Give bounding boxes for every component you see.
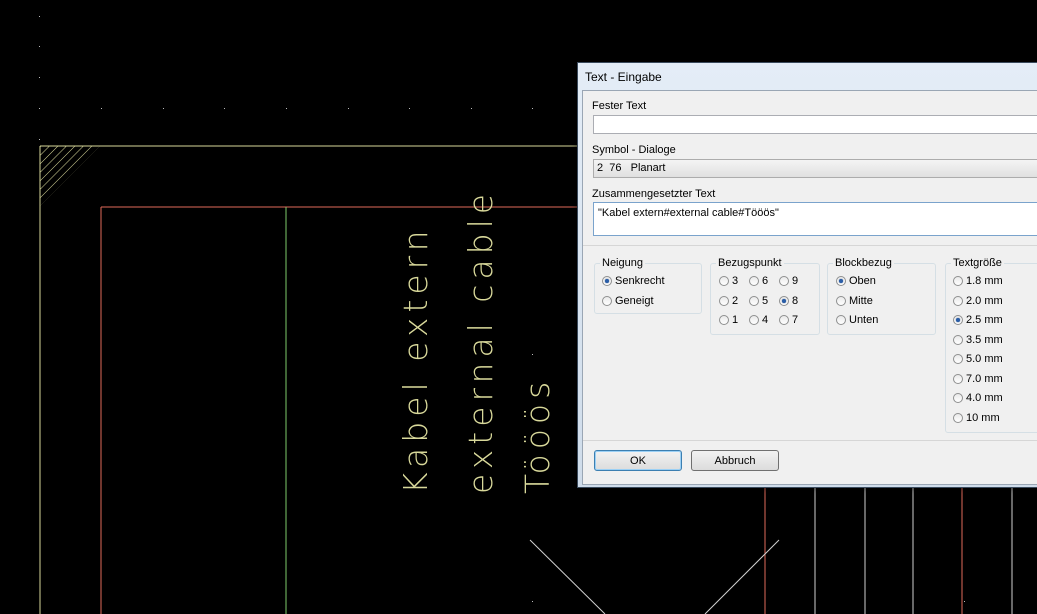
symbol-dialoge-select[interactable]: 2 76 Planart (593, 159, 1037, 178)
separator-top (583, 245, 1037, 246)
radio-size-2-0[interactable]: 2.0 mm (953, 295, 1003, 307)
radio-dot (953, 296, 963, 306)
radio-dot (953, 374, 963, 384)
zusammengesetzter-text-input[interactable]: "Kabel extern#external cable#Tööös" (593, 202, 1037, 236)
radio-dot (953, 335, 963, 345)
radio-label: Mitte (849, 295, 873, 307)
cancel-button[interactable]: Abbruch (691, 450, 779, 471)
bezugspunkt-group: Bezugspunkt 3 6 9 2 5 8 1 4 7 (710, 257, 820, 335)
radio-size-1-8[interactable]: 1.8 mm (953, 275, 1003, 287)
radio-dot (779, 315, 789, 325)
radio-label: 6 (762, 275, 769, 287)
radio-dot (953, 276, 963, 286)
textgroesse-group: Textgröße 1.8 mm 2.0 mm 2.5 mm 3.5 mm 5.… (945, 257, 1037, 433)
radio-dot (719, 276, 729, 286)
radio-label: 1 (732, 314, 739, 326)
radio-dot (719, 296, 729, 306)
radio-label: 2 (732, 295, 739, 307)
radio-bezug-2[interactable]: 2 (719, 295, 738, 307)
radio-size-3-5[interactable]: 3.5 mm (953, 334, 1003, 346)
radio-label: 7 (792, 314, 799, 326)
zusammengesetzter-text-label: Zusammengesetzter Text (592, 188, 716, 200)
radio-dot (749, 276, 759, 286)
neigung-group: Neigung Senkrecht Geneigt (594, 257, 702, 314)
dialog-title: Text - Eingabe (585, 70, 662, 84)
radio-geneigt[interactable]: Geneigt (602, 295, 654, 307)
ok-button[interactable]: OK (594, 450, 682, 471)
radio-label: Oben (849, 275, 876, 287)
radio-dot (779, 276, 789, 286)
radio-label: 5 (762, 295, 769, 307)
radio-dot (779, 296, 789, 306)
text-input-dialog: Text - Eingabe Fester Text Symbol - Dial… (577, 62, 1037, 488)
radio-bezug-1[interactable]: 1 (719, 314, 738, 326)
cad-text-line-1: Kabel extern (396, 225, 435, 494)
radio-oben[interactable]: Oben (836, 275, 876, 287)
radio-size-7-0[interactable]: 7.0 mm (953, 373, 1003, 385)
radio-label: 3 (732, 275, 739, 287)
lower-lines (529, 486, 1013, 614)
radio-bezug-9[interactable]: 9 (779, 275, 798, 287)
radio-dot (602, 296, 612, 306)
radio-label: 3.5 mm (966, 334, 1003, 346)
radio-dot (953, 315, 963, 325)
radio-senkrecht[interactable]: Senkrecht (602, 275, 665, 287)
radio-dot (836, 296, 846, 306)
radio-dot (749, 296, 759, 306)
radio-label: 2.5 mm (966, 314, 1003, 326)
bezugspunkt-title: Bezugspunkt (716, 257, 784, 269)
radio-label: 4 (762, 314, 769, 326)
radio-dot (836, 276, 846, 286)
radio-size-2-5[interactable]: 2.5 mm (953, 314, 1003, 326)
radio-label: 8 (792, 295, 799, 307)
cad-text-line-2: external cable (461, 188, 500, 494)
radio-dot (836, 315, 846, 325)
radio-bezug-6[interactable]: 6 (749, 275, 768, 287)
separator-bottom (583, 440, 1037, 441)
radio-size-4-0[interactable]: 4.0 mm (953, 392, 1003, 404)
radio-mitte[interactable]: Mitte (836, 295, 873, 307)
fester-text-input[interactable] (593, 115, 1037, 134)
radio-size-10[interactable]: 10 mm (953, 412, 1000, 424)
fester-text-label: Fester Text (592, 100, 647, 112)
radio-bezug-3[interactable]: 3 (719, 275, 738, 287)
radio-label: 10 mm (966, 412, 1000, 424)
radio-bezug-8[interactable]: 8 (779, 295, 798, 307)
radio-bezug-5[interactable]: 5 (749, 295, 768, 307)
radio-dot (953, 354, 963, 364)
radio-bezug-4[interactable]: 4 (749, 314, 768, 326)
radio-label: 9 (792, 275, 799, 287)
textgroesse-title: Textgröße (951, 257, 1004, 269)
radio-size-5-0[interactable]: 5.0 mm (953, 353, 1003, 365)
radio-label: 4.0 mm (966, 392, 1003, 404)
radio-label: 7.0 mm (966, 373, 1003, 385)
radio-label: 2.0 mm (966, 295, 1003, 307)
radio-label: 5.0 mm (966, 353, 1003, 365)
radio-dot (602, 276, 612, 286)
radio-label: Senkrecht (615, 275, 665, 287)
radio-dot (953, 413, 963, 423)
radio-label: Geneigt (615, 295, 654, 307)
radio-unten[interactable]: Unten (836, 314, 878, 326)
radio-label: 1.8 mm (966, 275, 1003, 287)
radio-label: Unten (849, 314, 879, 326)
radio-dot (719, 315, 729, 325)
radio-dot (953, 393, 963, 403)
cad-text-line-3: Tööös (518, 376, 557, 494)
hatched-corner (40, 146, 100, 206)
radio-bezug-7[interactable]: 7 (779, 314, 798, 326)
blockbezug-title: Blockbezug (833, 257, 894, 269)
dialog-body: Fester Text Symbol - Dialoge 2 76 Planar… (582, 90, 1037, 485)
radio-dot (749, 315, 759, 325)
symbol-dialoge-label: Symbol - Dialoge (592, 144, 676, 156)
blockbezug-group: Blockbezug Oben Mitte Unten (827, 257, 936, 335)
neigung-title: Neigung (600, 257, 645, 269)
